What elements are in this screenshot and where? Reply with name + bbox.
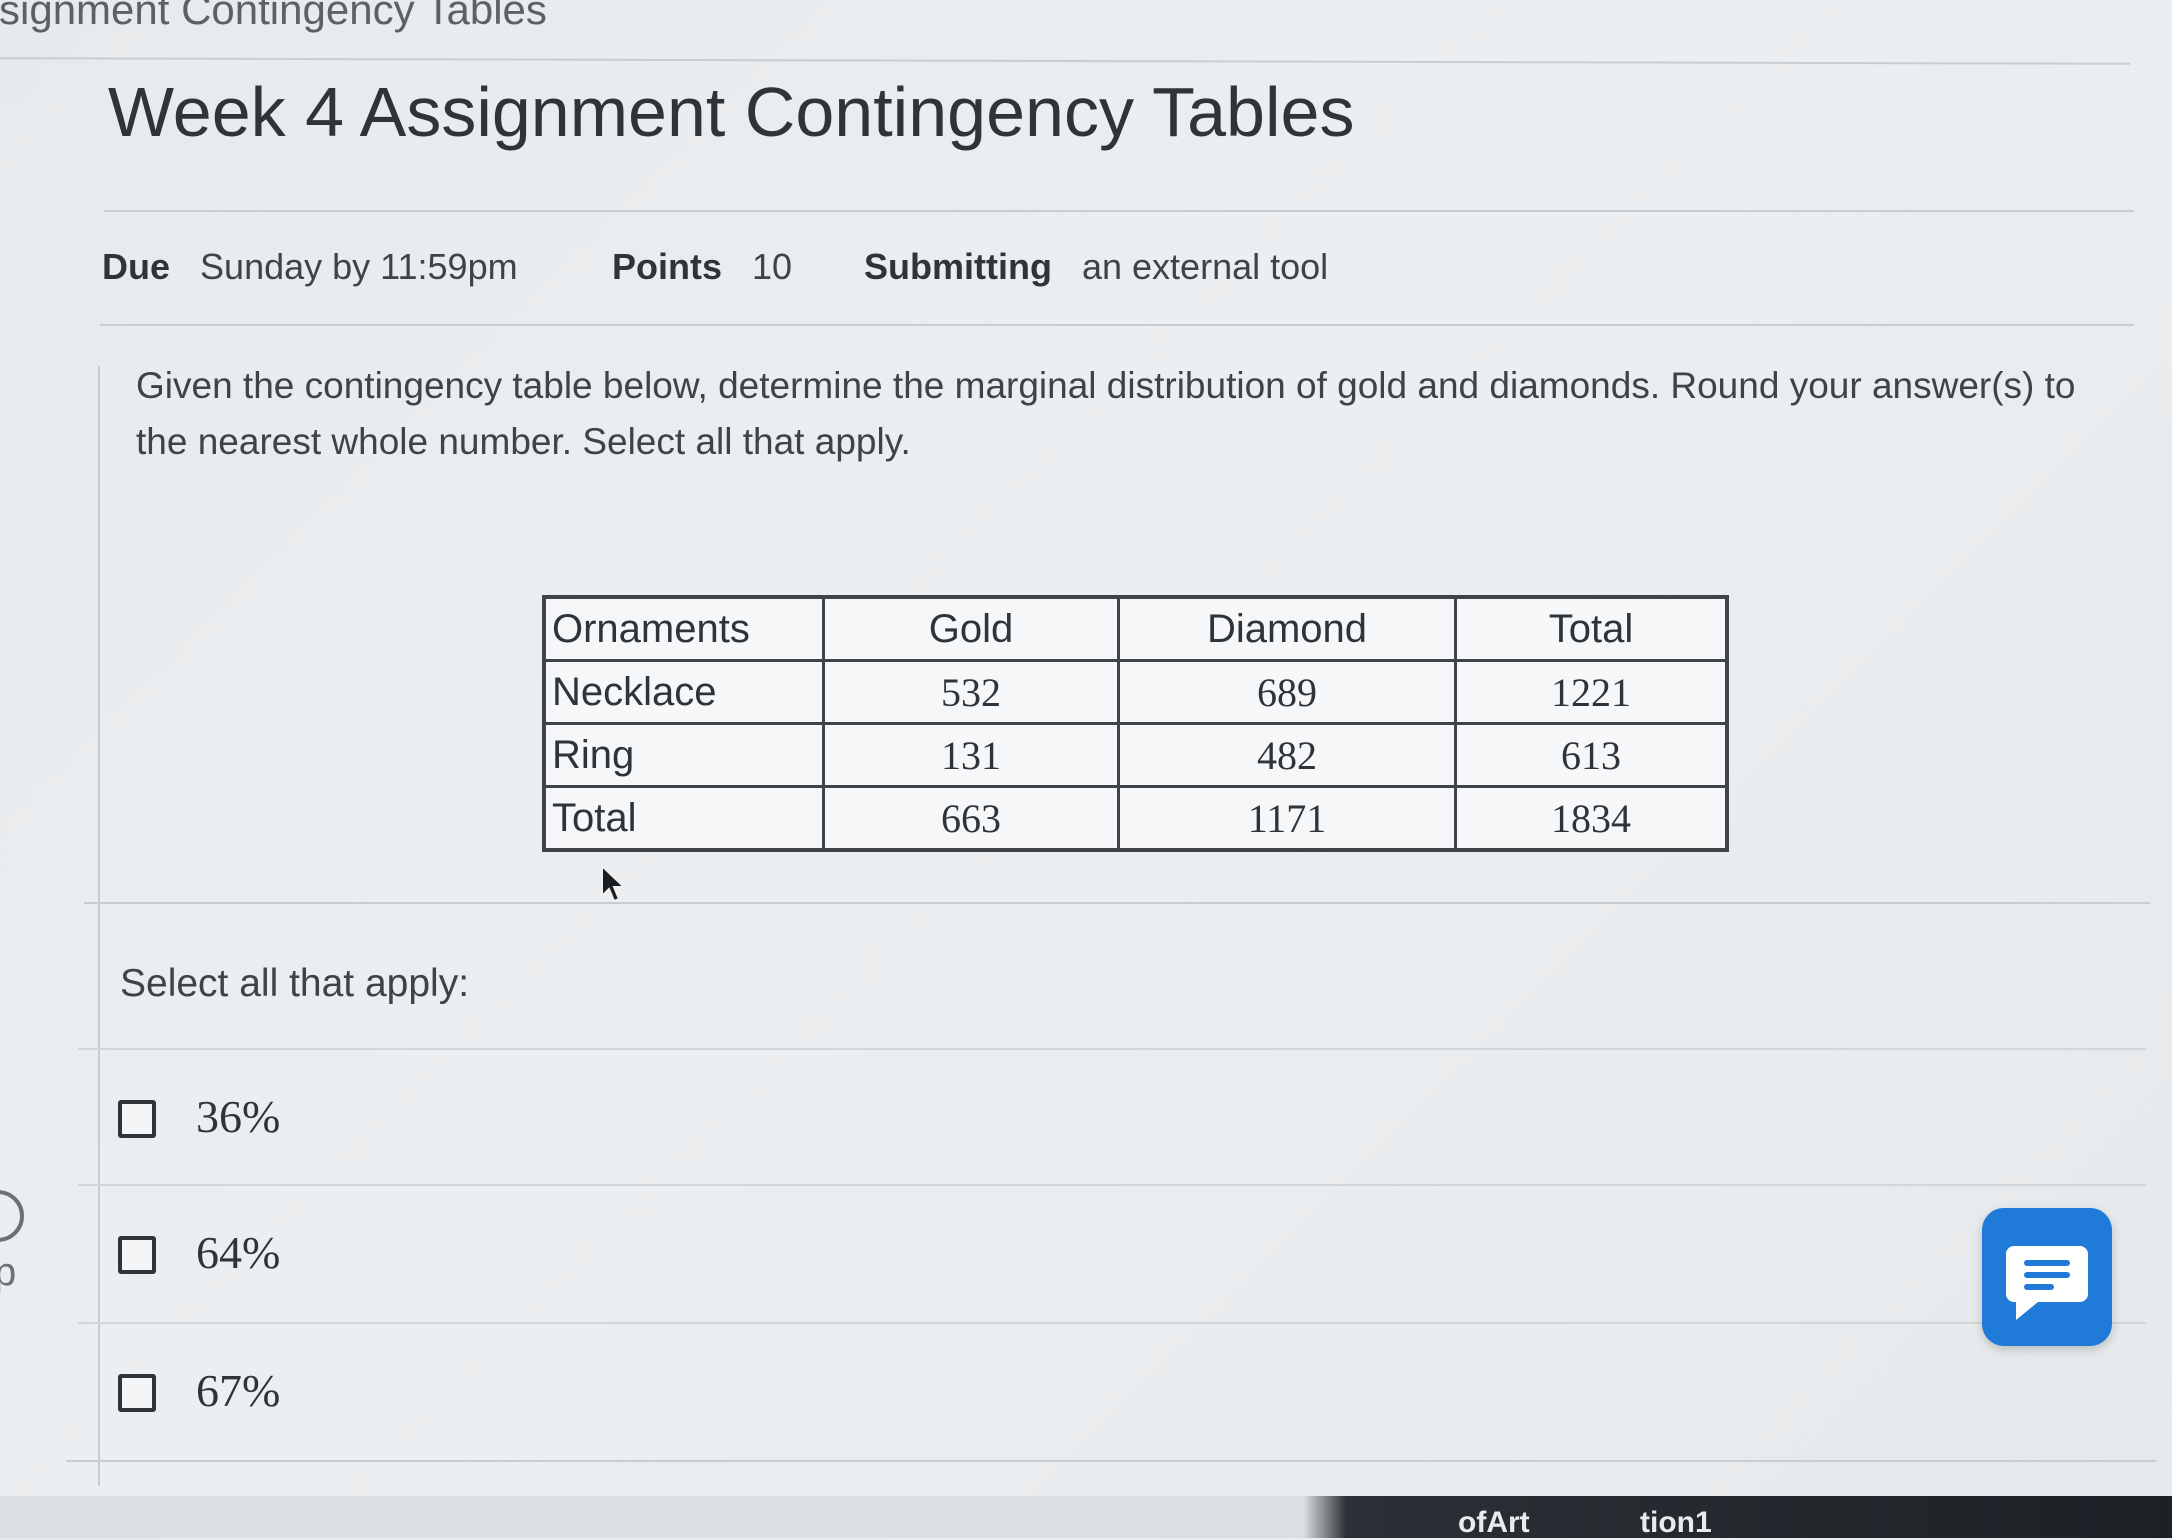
points-value: 10	[752, 246, 793, 287]
table-header-cell: Gold	[822, 595, 1120, 662]
table-row: Total 663 1171 1834	[542, 785, 1729, 852]
table-header-row: Ornaments Gold Diamond Total	[542, 595, 1729, 662]
points-label: Points	[612, 246, 723, 287]
table-cell: 131	[822, 722, 1120, 788]
left-edge-letter: p	[0, 1250, 17, 1294]
contingency-table: Ornaments Gold Diamond Total Necklace 53…	[542, 595, 1729, 852]
table-cell: 482	[1117, 722, 1457, 788]
left-edge-circle-icon[interactable]	[0, 1190, 24, 1242]
due-value: Sunday by 11:59pm	[200, 246, 518, 287]
table-cell: 532	[822, 659, 1120, 725]
table-cell: 1171	[1117, 785, 1457, 852]
bottom-bar	[0, 1496, 2172, 1538]
due-label: Due	[102, 246, 171, 287]
checkbox[interactable]	[118, 1236, 156, 1274]
breadcrumb-divider	[0, 57, 2130, 65]
table-cell: 613	[1454, 722, 1729, 788]
table-cell: Ring	[542, 722, 825, 788]
select-all-label: Select all that apply:	[120, 962, 470, 1005]
answer-option[interactable]: 64%	[78, 1184, 2146, 1322]
table-header-cell: Ornaments	[542, 595, 825, 662]
table-header-cell: Total	[1454, 595, 1729, 662]
title-divider	[104, 210, 2134, 212]
table-row: Ring 131 482 613	[542, 722, 1729, 788]
submitting-value: an external tool	[1081, 246, 1329, 287]
checkbox[interactable]	[118, 1100, 156, 1138]
answer-option[interactable]: 67%	[78, 1322, 2146, 1460]
chat-button[interactable]	[1982, 1208, 2112, 1346]
table-header-cell: Diamond	[1117, 595, 1457, 662]
table-bottom-divider	[84, 902, 2150, 904]
options-bottom-divider	[66, 1460, 2156, 1462]
answer-option-label[interactable]: 36%	[196, 1090, 280, 1143]
table-cell: 1834	[1454, 785, 1729, 852]
breadcrumb[interactable]: ssignment Contingency Tables	[0, 0, 547, 34]
question-text: Given the contingency table below, deter…	[136, 365, 2076, 462]
meta-submitting: Submitting an external tool	[864, 246, 1328, 288]
answer-option[interactable]: 36%	[78, 1048, 2146, 1186]
chat-icon	[2006, 1246, 2088, 1320]
answer-option-label[interactable]: 67%	[196, 1364, 280, 1417]
bottom-tab[interactable]: ofArt	[1458, 1506, 1530, 1540]
mouse-cursor-icon	[601, 864, 626, 903]
bottom-tab[interactable]: tion1	[1640, 1506, 1712, 1540]
table-cell: 1221	[1454, 659, 1729, 725]
meta-divider	[100, 324, 2134, 326]
page-title: Week 4 Assignment Contingency Tables	[108, 73, 1355, 151]
table-cell: Total	[542, 785, 825, 852]
submitting-label: Submitting	[864, 246, 1052, 287]
table-cell: Necklace	[542, 659, 825, 725]
table-row: Necklace 532 689 1221	[542, 659, 1729, 725]
meta-due: Due Sunday by 11:59pm	[102, 246, 518, 288]
checkbox[interactable]	[118, 1374, 156, 1412]
table-cell: 663	[822, 785, 1120, 852]
table-cell: 689	[1117, 659, 1457, 725]
meta-points: Points 10	[612, 246, 792, 288]
answer-option-label[interactable]: 64%	[196, 1226, 280, 1279]
